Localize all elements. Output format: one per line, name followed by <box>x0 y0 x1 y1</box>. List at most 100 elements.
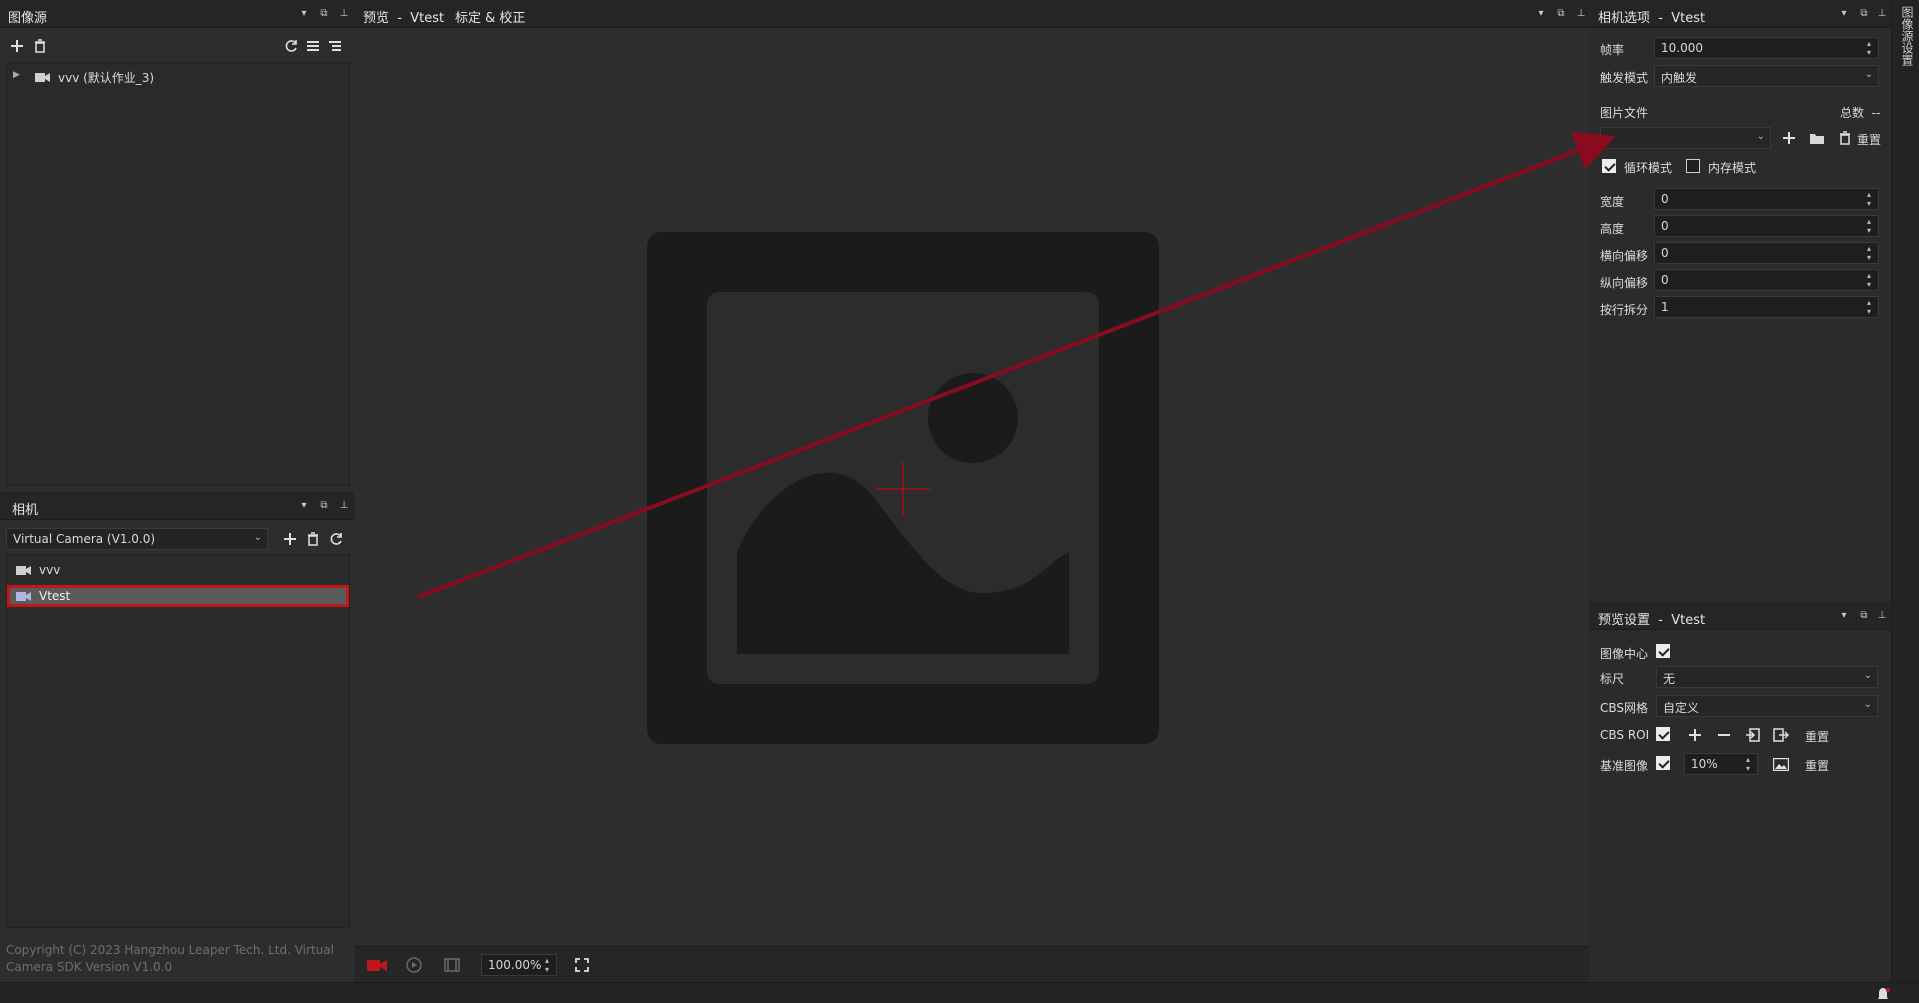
list-icon[interactable] <box>304 37 322 55</box>
cbs-roi-checkbox[interactable] <box>1656 727 1670 741</box>
tab-preview[interactable]: 预览 - Vtest <box>363 7 444 26</box>
image-source-panel: 图像源 ▾ ⧉ ⊥ ▶ vvv (默认作业_3) <box>0 0 354 492</box>
roi-remove-icon[interactable] <box>1715 726 1733 744</box>
spin-icon[interactable]: ▴ ▾ <box>1867 39 1875 57</box>
height-input[interactable]: 0 ▴ ▾ <box>1654 215 1879 237</box>
roi-import-icon[interactable] <box>1744 726 1762 744</box>
panel-menu-icon[interactable]: ▾ <box>1535 8 1547 20</box>
play-icon[interactable] <box>405 956 423 974</box>
pin-icon[interactable]: ⊥ <box>338 8 350 20</box>
delete-icon[interactable] <box>31 37 49 55</box>
float-icon[interactable]: ⧉ <box>318 8 330 20</box>
panel-menu-icon[interactable]: ▾ <box>298 8 310 20</box>
frame-rate-input[interactable]: 10.000 ▴ ▾ <box>1654 37 1879 59</box>
chevron-down-icon: ⌄ <box>1863 699 1872 710</box>
camera-icon <box>35 71 51 86</box>
film-icon[interactable] <box>443 956 461 974</box>
refresh-camera-icon[interactable] <box>327 530 345 548</box>
row-split-label: 按行拆分 <box>1600 303 1649 317</box>
spin-icon[interactable]: ▴ ▾ <box>1867 244 1875 262</box>
spin-icon[interactable]: ▴ ▾ <box>1867 190 1875 208</box>
delete-camera-icon[interactable] <box>304 530 322 548</box>
cbs-grid-select[interactable]: 自定义 ⌄ <box>1656 695 1878 717</box>
float-icon[interactable]: ⧉ <box>1858 610 1870 622</box>
camera-list[interactable]: vvv Vtest <box>6 554 350 928</box>
width-input[interactable]: 0 ▴ ▾ <box>1654 188 1879 210</box>
panel-title: 相机选项 - Vtest <box>1598 11 1706 26</box>
preview-toolbar: 100.00% ▴ ▾ <box>355 946 1589 982</box>
roi-export-icon[interactable] <box>1772 726 1790 744</box>
chevron-down-icon: ⌄ <box>1756 131 1765 142</box>
tree-item-label: vvv (默认作业_3) <box>58 71 155 85</box>
image-center-checkbox[interactable] <box>1656 644 1670 658</box>
pin-icon[interactable]: ⊥ <box>1876 8 1888 20</box>
spin-icon[interactable]: ▴ ▾ <box>1867 217 1875 235</box>
pin-icon[interactable]: ⊥ <box>338 500 350 512</box>
row-split-input[interactable]: 1 ▴ ▾ <box>1654 296 1879 318</box>
preview-settings-panel: 预览设置 - Vtest ▾ ⧉ ⊥ 图像中心 标尺 无 ⌄ CBS网格 自定义… <box>1590 602 1891 982</box>
tree-item[interactable]: ▶ vvv (默认作业_3) <box>11 69 341 85</box>
ref-image-label: 基准图像 <box>1600 759 1649 773</box>
tab-calibration[interactable]: 标定 & 校正 <box>455 7 525 26</box>
memory-mode-checkbox[interactable] <box>1686 159 1700 173</box>
add-file-icon[interactable] <box>1780 129 1798 147</box>
fullscreen-icon[interactable] <box>573 956 591 974</box>
notification-bell-icon[interactable] <box>1876 987 1890 1003</box>
camera-type-value: Virtual Camera (V1.0.0) <box>13 532 156 546</box>
ref-image-checkbox[interactable] <box>1656 756 1670 770</box>
ref-image-percent-input[interactable]: 10% ▴ ▾ <box>1684 753 1758 775</box>
ref-image-reset-button[interactable]: 重置 <box>1805 757 1829 774</box>
camera-type-select[interactable]: Virtual Camera (V1.0.0) ⌄ <box>6 528 268 550</box>
preview-title-bar: 预览 - Vtest 标定 & 校正 ▾ ⧉ ⊥ <box>355 0 1589 28</box>
refresh-icon[interactable] <box>282 37 300 55</box>
panel-title: 预览设置 - Vtest <box>1598 613 1706 628</box>
image-file-select[interactable]: ⌄ <box>1600 127 1771 149</box>
preview-settings-title-bar: 预览设置 - Vtest ▾ ⧉ ⊥ <box>1590 602 1891 630</box>
image-files-label: 图片文件 <box>1600 106 1649 120</box>
camera-icon <box>16 564 32 579</box>
spin-icon[interactable]: ▴ ▾ <box>1867 298 1875 316</box>
camera-icon <box>16 590 32 605</box>
side-tab-image-source-settings[interactable]: 图像源设置 <box>1896 6 1916 76</box>
roi-add-icon[interactable] <box>1686 726 1704 744</box>
image-icon[interactable] <box>1772 755 1790 773</box>
h-offset-input[interactable]: 0 ▴ ▾ <box>1654 242 1879 264</box>
ruler-select[interactable]: 无 ⌄ <box>1656 666 1878 688</box>
panel-menu-icon[interactable]: ▾ <box>1838 610 1850 622</box>
image-source-tree[interactable]: ▶ vvv (默认作业_3) <box>6 62 350 486</box>
record-camera-icon[interactable] <box>367 956 389 974</box>
ruler-label: 标尺 <box>1600 672 1625 686</box>
list-item-selected[interactable]: Vtest <box>7 585 349 607</box>
zoom-input[interactable]: 100.00% ▴ ▾ <box>481 954 557 976</box>
width-label: 宽度 <box>1600 195 1625 209</box>
expand-arrow-icon[interactable]: ▶ <box>13 70 20 80</box>
list-item[interactable]: vvv <box>7 559 349 581</box>
delete-file-icon[interactable] <box>1836 129 1854 147</box>
panel-title: 相机 <box>12 503 39 518</box>
panel-menu-icon[interactable]: ▾ <box>1838 8 1850 20</box>
trigger-mode-select[interactable]: 内触发 ⌄ <box>1654 65 1879 87</box>
pin-icon[interactable]: ⊥ <box>1876 610 1888 622</box>
panel-menu-icon[interactable]: ▾ <box>298 500 310 512</box>
float-icon[interactable]: ⧉ <box>318 500 330 512</box>
pin-icon[interactable]: ⊥ <box>1575 8 1587 20</box>
tree-view-icon[interactable] <box>326 37 344 55</box>
spin-icon[interactable]: ▴ ▾ <box>1746 755 1754 773</box>
list-item-label: Vtest <box>39 589 71 603</box>
loop-mode-checkbox[interactable] <box>1602 159 1616 173</box>
float-icon[interactable]: ⧉ <box>1858 8 1870 20</box>
side-tab-bar: 图像源设置 <box>1891 0 1919 982</box>
trigger-mode-label: 触发模式 <box>1600 71 1649 85</box>
float-icon[interactable]: ⧉ <box>1555 8 1567 20</box>
v-offset-label: 纵向偏移 <box>1600 276 1649 290</box>
v-offset-input[interactable]: 0 ▴ ▾ <box>1654 269 1879 291</box>
chevron-down-icon: ⌄ <box>1863 670 1872 681</box>
add-camera-icon[interactable] <box>281 530 299 548</box>
roi-reset-button[interactable]: 重置 <box>1805 728 1829 745</box>
add-icon[interactable] <box>8 37 26 55</box>
spin-icon[interactable]: ▴ ▾ <box>1867 271 1875 289</box>
folder-icon[interactable] <box>1808 129 1826 147</box>
spin-icon[interactable]: ▴ ▾ <box>545 956 553 974</box>
preview-panel: 预览 - Vtest 标定 & 校正 ▾ ⧉ ⊥ 100.00% ▴ ▾ <box>355 0 1589 982</box>
reset-files-button[interactable]: 重置 <box>1857 131 1881 148</box>
